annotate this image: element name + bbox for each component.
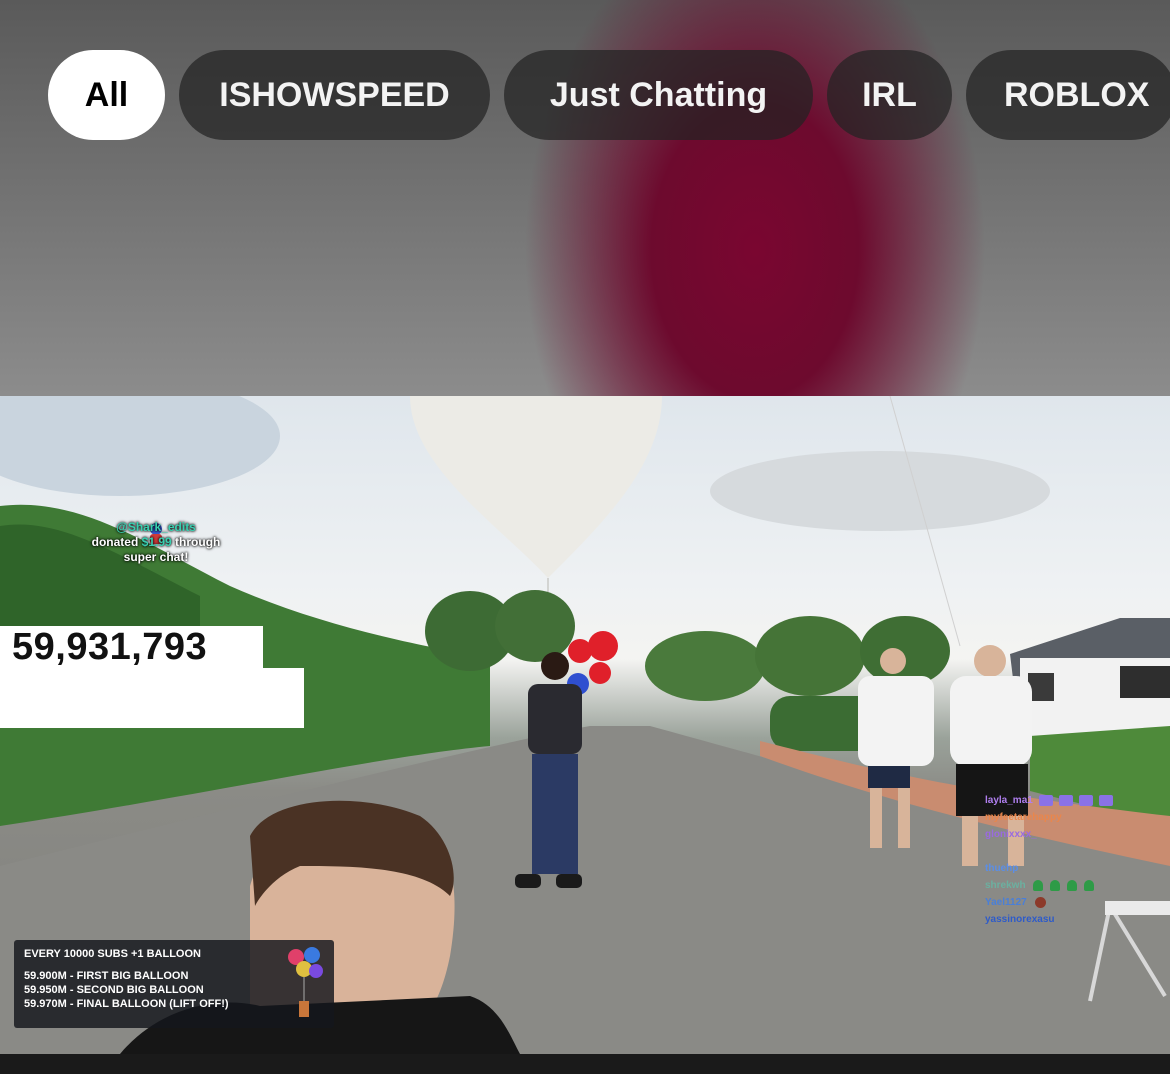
chat-message: Yael1127 xyxy=(985,894,1170,911)
sub-badge-icon xyxy=(1098,795,1113,806)
chip-just-chatting[interactable]: Just Chatting xyxy=(504,50,813,140)
chat-message: layla_ma1 xyxy=(985,792,1170,809)
donation-text-after: through xyxy=(175,535,221,549)
emote-icon xyxy=(1066,880,1077,891)
donation-line2: super chat! xyxy=(123,550,189,564)
donation-text: donated $1.99 through xyxy=(56,535,256,550)
emote-icon xyxy=(1034,897,1046,908)
donation-alert: @Shark_edits donated $1.99 through super… xyxy=(56,520,256,565)
chat-username: layla_ma1 xyxy=(985,795,1033,806)
emote-icon xyxy=(1032,880,1043,891)
chat-username: glonixxxx_ xyxy=(985,829,1037,840)
donation-text-before: donated xyxy=(91,535,139,549)
chat-message: glonixxxx_ xyxy=(985,826,1170,843)
chip-roblox[interactable]: ROBLOX xyxy=(966,50,1170,140)
subscriber-counter-panel xyxy=(0,668,304,728)
bottom-edge-bar xyxy=(0,1054,1170,1074)
chip-all[interactable]: All xyxy=(48,50,165,140)
chat-username: Yael1127 xyxy=(985,897,1027,908)
subscriber-counter: 59,931,793 xyxy=(0,626,263,668)
person-right xyxy=(880,648,906,674)
cloud xyxy=(710,451,1050,531)
chat-message: thuehp xyxy=(985,860,1170,877)
white-balloon xyxy=(410,396,662,578)
emote-icon xyxy=(1083,880,1094,891)
chat-message: myfeetarehappy xyxy=(985,809,1170,826)
subscriber-count: 59,931,793 xyxy=(12,625,208,668)
chat-message: yassinorexasu xyxy=(985,911,1170,928)
emote-icon xyxy=(1049,880,1060,891)
chat-overlay: layla_ma1 myfeetarehappy glonixxxx_ thue… xyxy=(985,792,1170,928)
sub-badge-icon xyxy=(1058,795,1073,806)
cloud xyxy=(0,396,280,496)
sub-badge-icon xyxy=(1038,795,1053,806)
chat-username: thuehp xyxy=(985,863,1019,874)
chat-spacer xyxy=(985,843,1170,860)
chip-ishowspeed[interactable]: ISHOWSPEED xyxy=(179,50,490,140)
person-center xyxy=(541,652,569,680)
channel-header-backdrop: All ISHOWSPEED Just Chatting IRL ROBLOX xyxy=(0,0,1170,396)
chat-username: yassinorexasu xyxy=(985,914,1055,925)
sub-badge-icon xyxy=(1078,795,1093,806)
chip-irl[interactable]: IRL xyxy=(827,50,952,140)
chat-username: shrekwh xyxy=(985,880,1026,891)
app-page: All ISHOWSPEED Just Chatting IRL ROBLOX xyxy=(0,0,1170,1074)
person-far-right xyxy=(974,645,1006,677)
category-chip-row: All ISHOWSPEED Just Chatting IRL ROBLOX xyxy=(48,50,1170,140)
chat-username: myfeetarehappy xyxy=(985,812,1062,823)
donor-name: @Shark_edits xyxy=(116,520,196,534)
balloon-bunch-icon xyxy=(288,947,323,1017)
chat-message: shrekwh xyxy=(985,877,1170,894)
donation-amount: $1.99 xyxy=(141,535,172,549)
